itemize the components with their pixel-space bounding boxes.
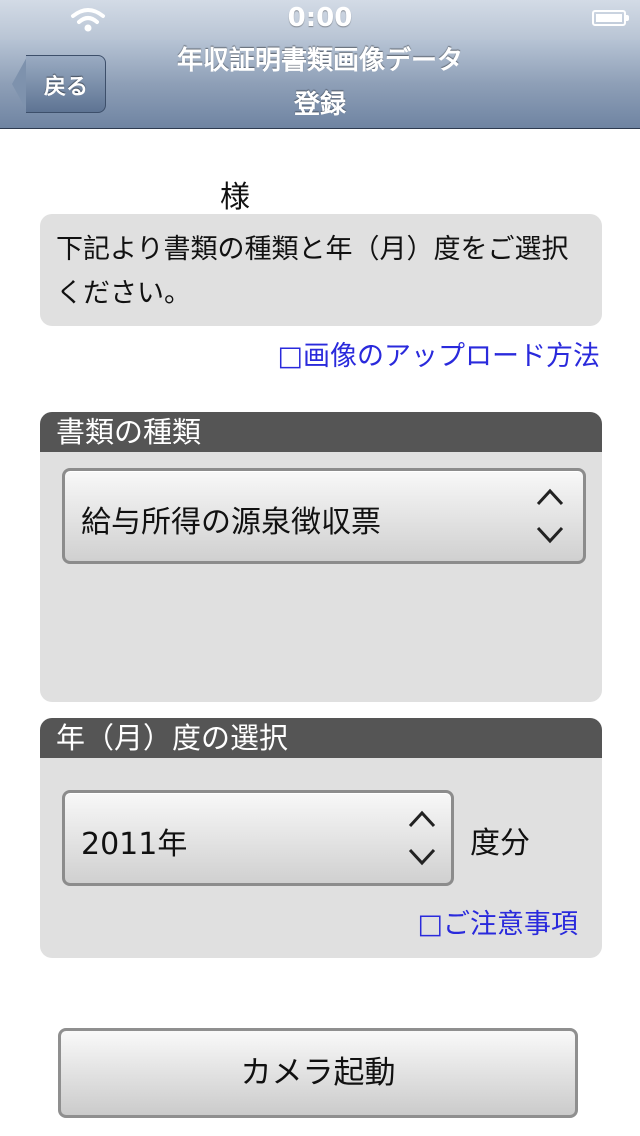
instruction-box: 下記より書類の種類と年（月）度をご選択ください。 xyxy=(40,214,602,326)
document-type-select[interactable]: 給与所得の源泉徴収票 xyxy=(62,468,586,564)
upload-method-link[interactable]: □画像のアップロード方法 xyxy=(277,334,600,373)
screen: 0:00 戻る 年収証明書類画像データ 登録 様 下記より書類の種類と年（月）度… xyxy=(0,0,640,1136)
year-selection-header: 年（月）度の選択 xyxy=(40,718,602,758)
status-bar: 0:00 xyxy=(0,0,640,40)
page-title-line2: 登録 xyxy=(293,90,346,120)
document-type-header: 書類の種類 xyxy=(40,412,602,452)
chevron-down-icon xyxy=(408,848,436,866)
chevron-up-icon xyxy=(408,810,436,828)
year-select[interactable]: 2011年 xyxy=(62,790,454,886)
year-value: 2011年 xyxy=(81,827,188,862)
camera-launch-button[interactable]: カメラ起動 xyxy=(58,1028,578,1118)
year-selection-section: 年（月）度の選択 2011年 度分 □ご注意事項 xyxy=(40,718,602,958)
caution-notes-link[interactable]: □ご注意事項 xyxy=(417,902,578,941)
navigation-bar: 戻る 年収証明書類画像データ 登録 xyxy=(0,40,640,129)
back-button-label: 戻る xyxy=(43,75,88,100)
status-time: 0:00 xyxy=(287,3,353,33)
instruction-text: 下記より書類の種類と年（月）度をご選択ください。 xyxy=(56,234,569,309)
document-type-section: 書類の種類 給与所得の源泉徴収票 xyxy=(40,412,602,702)
customer-name-suffix: 様 xyxy=(220,180,250,215)
chevron-down-icon xyxy=(536,526,564,544)
back-button[interactable]: 戻る xyxy=(12,55,106,113)
page-title: 年収証明書類画像データ xyxy=(176,46,463,76)
chevron-up-icon xyxy=(536,488,564,506)
battery-icon xyxy=(592,10,629,26)
year-suffix-label: 度分 xyxy=(470,826,530,861)
document-type-value: 給与所得の源泉徴収票 xyxy=(81,505,381,540)
